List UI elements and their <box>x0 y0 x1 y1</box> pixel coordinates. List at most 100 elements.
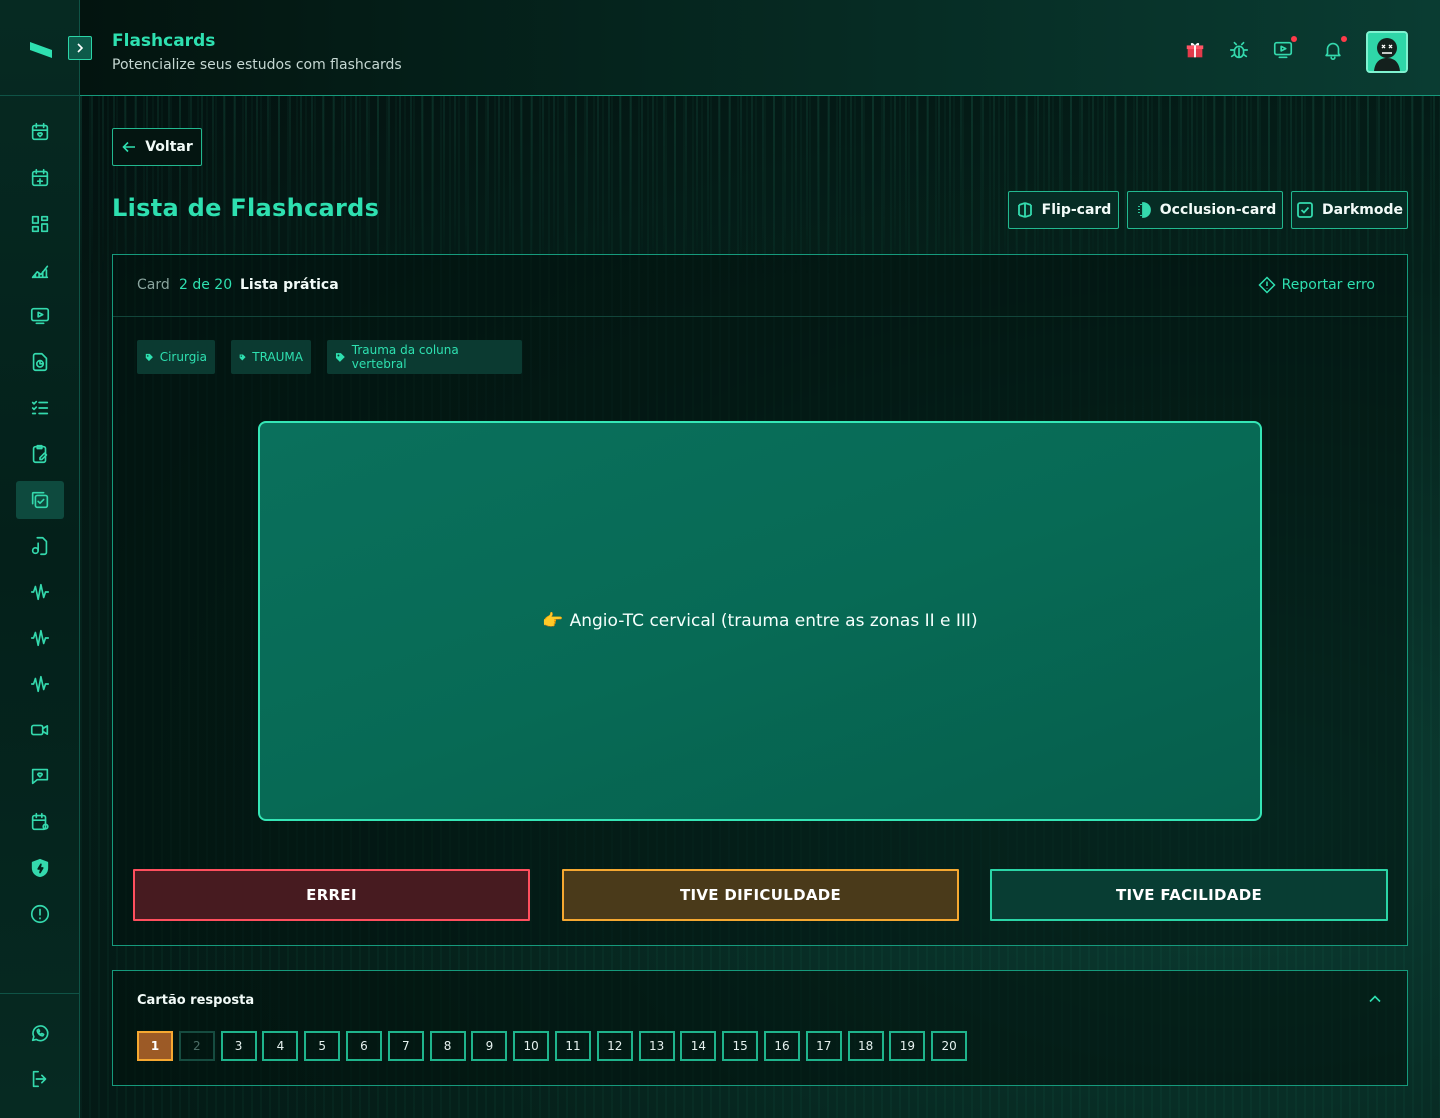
calendar-settings-icon <box>31 812 49 831</box>
waveform-icon-2 <box>30 629 50 647</box>
answer-number-11[interactable]: 11 <box>555 1031 591 1061</box>
answer-number-16[interactable]: 16 <box>764 1031 800 1061</box>
page-title: Flashcards <box>112 31 216 51</box>
sidebar-item-waveform-2[interactable] <box>16 619 64 657</box>
answer-sheet-title: Cartão resposta <box>137 993 255 1008</box>
video-icon <box>1273 41 1293 59</box>
tag-icon <box>335 352 345 362</box>
answer-number-9[interactable]: 9 <box>471 1031 508 1061</box>
sidebar-item-video-camera[interactable] <box>16 711 64 749</box>
answer-number-15[interactable]: 15 <box>722 1031 759 1061</box>
answer-number-7[interactable]: 7 <box>387 1031 424 1061</box>
answer-number-12[interactable]: 12 <box>596 1031 633 1061</box>
answer-number-17[interactable]: 17 <box>805 1031 842 1061</box>
notification-dot <box>1341 36 1347 42</box>
answer-number-10[interactable]: 10 <box>513 1031 550 1061</box>
pointing-hand-icon: 👉 <box>542 611 564 631</box>
sidebar-item-monitor-play[interactable] <box>16 297 64 335</box>
tag-cirurgia: Cirurgia <box>137 340 215 374</box>
flip-card-button[interactable]: Flip-card <box>1008 191 1119 229</box>
sidebar-item-waveform-1[interactable] <box>16 573 64 611</box>
file-audio-icon <box>31 536 48 556</box>
sidebar-item-waveform-3[interactable] <box>16 665 64 703</box>
calendar-heart-icon <box>31 122 49 141</box>
sidebar-item-calendar-settings[interactable] <box>16 803 64 841</box>
video-camera-icon <box>30 724 49 736</box>
sidebar-item-checklist[interactable] <box>16 389 64 427</box>
panel-header: Card 2 de 20 Lista prática Reportar erro <box>113 255 1407 317</box>
card-label: Card <box>137 277 170 293</box>
occlusion-card-label: Occlusion-card <box>1159 202 1277 218</box>
logo-icon <box>30 42 52 58</box>
back-label: Voltar <box>145 139 193 155</box>
logout-icon <box>32 1070 47 1088</box>
answer-number-4[interactable]: 4 <box>262 1031 299 1061</box>
tag-label: Trauma da coluna vertebral <box>351 343 459 371</box>
sidebar-item-whatsapp[interactable] <box>16 1014 64 1052</box>
notifications-button[interactable] <box>1321 36 1347 62</box>
answer-number-1[interactable]: 1 <box>137 1031 173 1061</box>
arrow-left-icon <box>122 141 136 153</box>
header: Flashcards Potencialize seus estudos com… <box>80 0 1440 96</box>
report-error-button[interactable]: Reportar erro <box>1258 276 1375 294</box>
answer-number-19[interactable]: 19 <box>889 1031 926 1061</box>
sidebar-item-chart[interactable] <box>16 251 64 289</box>
easy-button[interactable]: TIVE FACILIDADE <box>990 869 1388 921</box>
monitor-play-icon <box>30 307 50 325</box>
answer-number-13[interactable]: 13 <box>638 1031 675 1061</box>
main-content: Voltar Lista de Flashcards Flip-card Occ… <box>80 96 1440 1118</box>
collapse-button[interactable] <box>1367 991 1383 1011</box>
chevron-right-icon <box>77 43 84 53</box>
darkmode-button[interactable]: Darkmode <box>1291 191 1408 229</box>
sidebar-item-dashboard[interactable] <box>16 205 64 243</box>
video-button[interactable] <box>1271 36 1297 62</box>
checkbox-checked-icon <box>1297 202 1313 218</box>
sidebar-item-file-audio[interactable] <box>16 527 64 565</box>
avatar[interactable] <box>1366 31 1408 73</box>
answer-number-3[interactable]: 3 <box>220 1031 257 1061</box>
bug-report-button[interactable] <box>1227 38 1251 62</box>
list-name: Lista prática <box>240 277 339 293</box>
flashcards-icon <box>31 491 49 509</box>
clipboard-edit-icon <box>32 444 48 464</box>
sidebar-item-flashcards[interactable] <box>16 481 64 519</box>
sidebar-expand-button[interactable] <box>68 36 92 60</box>
gift-button[interactable] <box>1183 38 1207 62</box>
wrong-button[interactable]: ERREI <box>133 869 530 921</box>
answer-number-20[interactable]: 20 <box>931 1031 968 1061</box>
sidebar-item-shield[interactable] <box>16 849 64 887</box>
sidebar-item-calendar-heart[interactable] <box>16 113 64 151</box>
occlusion-card-button[interactable]: Occlusion-card <box>1127 191 1283 229</box>
sidebar-item-chat-heart[interactable] <box>16 757 64 795</box>
back-button[interactable]: Voltar <box>112 128 202 166</box>
tag-icon <box>145 353 153 361</box>
hard-button[interactable]: TIVE DIFICULDADE <box>562 869 959 921</box>
waveform-icon-3 <box>30 675 50 693</box>
answer-number-8[interactable]: 8 <box>429 1031 466 1061</box>
sidebar-item-clipboard-edit[interactable] <box>16 435 64 473</box>
calendar-plus-icon <box>31 168 49 187</box>
list-title: Lista de Flashcards <box>112 194 380 222</box>
answer-number-14[interactable]: 14 <box>680 1031 717 1061</box>
tag-trauma-coluna: Trauma da coluna vertebral <box>327 340 522 374</box>
answer-number-5[interactable]: 5 <box>304 1031 341 1061</box>
answer-number-2[interactable]: 2 <box>178 1031 215 1061</box>
answer-number-18[interactable]: 18 <box>847 1031 884 1061</box>
chat-heart-icon <box>31 768 49 785</box>
checklist-icon <box>31 400 49 415</box>
sidebar-item-logout[interactable] <box>16 1060 64 1098</box>
sidebar-item-file-stats[interactable] <box>16 343 64 381</box>
darkmode-label: Darkmode <box>1321 202 1403 218</box>
flashcard[interactable]: 👉 Angio-TC cervical (trauma entre as zon… <box>258 421 1262 821</box>
file-stats-icon <box>32 352 48 372</box>
answer-number-6[interactable]: 6 <box>346 1031 382 1061</box>
answer-sheet-panel: Cartão resposta 1 2 3 4 5 6 7 8 9 10 11 12 13 14 15 16 1… <box>112 970 1408 1086</box>
flashcard-panel: Card 2 de 20 Lista prática Reportar erro… <box>112 254 1408 946</box>
report-error-label: Reportar erro <box>1281 277 1375 293</box>
card-counter: 2 de 20 <box>179 277 233 293</box>
sidebar-item-alert[interactable] <box>16 895 64 933</box>
sidebar-item-calendar-plus[interactable] <box>16 159 64 197</box>
chevron-up-icon <box>1369 995 1381 1003</box>
bell-icon <box>1325 42 1341 60</box>
sidebar-divider <box>0 993 80 994</box>
